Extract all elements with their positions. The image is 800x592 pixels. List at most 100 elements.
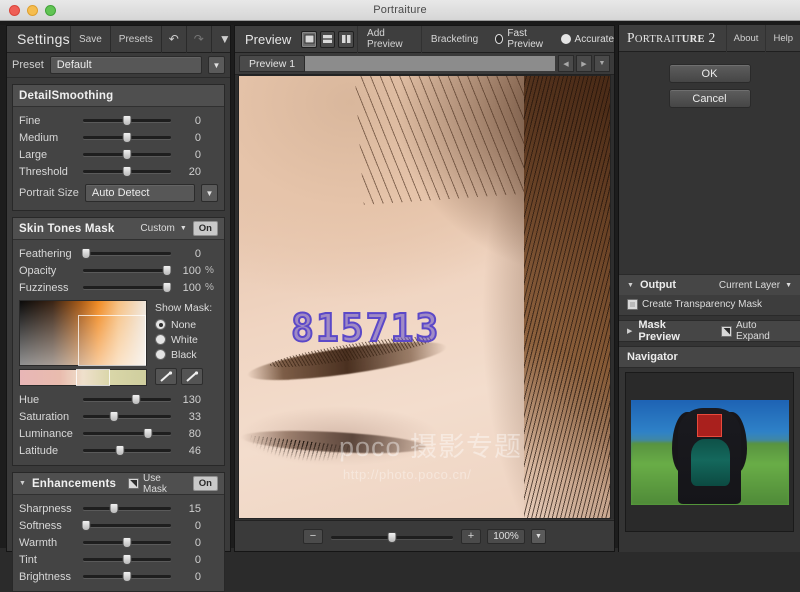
save-button[interactable]: Save <box>70 25 110 53</box>
use-mask-checkbox-row[interactable]: Use Mask <box>128 473 187 495</box>
about-button[interactable]: About <box>725 24 766 52</box>
skin-tone-gradient[interactable] <box>19 300 147 366</box>
slider-track-feathering[interactable] <box>81 245 173 262</box>
zoom-slider[interactable] <box>329 529 455 544</box>
slider-track-saturation[interactable] <box>81 408 173 425</box>
slider-knob[interactable] <box>122 537 132 548</box>
slider-track-warmth[interactable] <box>81 534 173 551</box>
slider-knob[interactable] <box>122 132 132 143</box>
slider-knob[interactable] <box>131 394 141 405</box>
arrow-left-icon[interactable]: ◀ <box>558 55 574 72</box>
output-target-select[interactable]: Current Layer ▼ <box>719 280 792 291</box>
slider-track-opacity[interactable] <box>81 262 173 279</box>
slider-knob[interactable] <box>122 149 132 160</box>
checkbox-icon[interactable] <box>128 478 139 489</box>
navigator-preview[interactable] <box>625 372 794 532</box>
slider-knob[interactable] <box>122 571 132 582</box>
enhancements-on-toggle[interactable]: On <box>192 476 218 491</box>
radio-icon[interactable] <box>155 349 166 360</box>
radio-icon[interactable] <box>155 319 166 330</box>
help-button[interactable]: Help <box>765 24 800 52</box>
output-header[interactable]: ▼ Output Current Layer ▼ <box>619 275 800 295</box>
show-mask-option-black[interactable]: Black <box>155 347 212 362</box>
slider-knob[interactable] <box>81 520 91 531</box>
slider-knob[interactable] <box>115 445 125 456</box>
presets-button[interactable]: Presets <box>109 25 161 53</box>
slider-track-fine[interactable] <box>81 112 173 129</box>
slider-track-tint[interactable] <box>81 551 173 568</box>
skin-tone-strip-selection[interactable] <box>76 369 110 386</box>
slider-track-large[interactable] <box>81 146 173 163</box>
arrow-right-icon[interactable]: ▶ <box>576 55 592 72</box>
navigator-thumbnail[interactable] <box>630 399 789 505</box>
eyedropper-plus-icon[interactable] <box>155 368 177 385</box>
preview-tab-1[interactable]: Preview 1 <box>239 55 306 72</box>
expand-triangle-down-icon[interactable]: ▼ <box>627 282 634 289</box>
zoom-level-field[interactable]: 100% <box>487 528 525 544</box>
zoom-in-button[interactable]: + <box>461 528 481 544</box>
slider-track-medium[interactable] <box>81 129 173 146</box>
slider-knob[interactable] <box>162 282 172 293</box>
preview-tab-empty-area[interactable] <box>305 55 556 72</box>
slider-track-luminance[interactable] <box>81 425 173 442</box>
bracketing-button[interactable]: Bracketing <box>420 25 487 53</box>
output-chevron-down-icon[interactable]: ▼ <box>785 282 792 289</box>
undo-icon[interactable]: ↶ <box>160 25 186 53</box>
add-preview-button[interactable]: Add Preview <box>357 25 421 53</box>
slider-knob[interactable] <box>109 503 119 514</box>
enhancements-header[interactable]: ▼ Enhancements Use Mask On <box>13 473 224 495</box>
auto-expand-checkbox[interactable]: Auto Expand <box>721 320 792 342</box>
slider-knob[interactable] <box>122 166 132 177</box>
accurate-option[interactable]: Accurate <box>553 34 614 45</box>
portrait-size-select[interactable]: Auto Detect <box>84 184 195 202</box>
mask-preview-header[interactable]: ▶ Mask Preview Auto Expand <box>619 319 800 343</box>
expand-triangle-right-icon[interactable]: ▶ <box>627 327 632 335</box>
slider-track-threshold[interactable] <box>81 163 173 180</box>
skin-tones-mask-header[interactable]: Skin Tones Mask Custom ▼ On <box>13 218 224 240</box>
portrait-size-chevron-down-icon[interactable]: ▼ <box>201 184 218 202</box>
slider-track-fuzziness[interactable] <box>81 279 173 296</box>
navigator-crop-rect[interactable] <box>696 414 723 438</box>
eyedropper-minus-icon[interactable] <box>181 368 203 385</box>
expand-triangle-down-icon[interactable]: ▼ <box>19 480 26 487</box>
radio-icon[interactable] <box>495 34 504 44</box>
slider-knob[interactable] <box>162 265 172 276</box>
skin-tone-strip[interactable] <box>19 369 147 386</box>
radio-icon[interactable] <box>155 334 166 345</box>
ok-button[interactable]: OK <box>668 64 751 83</box>
preview-image-stage[interactable]: 815713 poco 摄影专题 http://photo.poco.cn/ <box>235 75 614 519</box>
create-transparency-mask-checkbox[interactable]: Create Transparency Mask <box>627 299 792 310</box>
checkbox-icon[interactable] <box>627 299 638 310</box>
slider-track-sharpness[interactable] <box>81 500 173 517</box>
skin-tone-selection-rect[interactable] <box>78 315 146 366</box>
show-mask-option-white[interactable]: White <box>155 332 212 347</box>
skin-mode-chevron-down-icon[interactable]: ▼ <box>180 225 187 232</box>
show-mask-option-none[interactable]: None <box>155 317 212 332</box>
slider-track-latitude[interactable] <box>81 442 173 459</box>
slider-knob[interactable] <box>122 115 132 126</box>
fast-preview-option[interactable]: Fast Preview <box>487 28 552 50</box>
slider-track-brightness[interactable] <box>81 568 173 585</box>
preset-select[interactable]: Default <box>49 56 202 74</box>
slider-knob[interactable] <box>109 411 119 422</box>
slider-knob[interactable] <box>81 248 91 259</box>
preset-chevron-down-icon[interactable]: ▼ <box>208 56 225 74</box>
slider-knob[interactable] <box>143 428 153 439</box>
view-split-horizontal-icon[interactable] <box>319 30 336 48</box>
radio-icon[interactable] <box>560 34 571 44</box>
preview-photo[interactable]: 815713 poco 摄影专题 http://photo.poco.cn/ <box>238 75 611 519</box>
zoom-slider-knob[interactable] <box>387 531 397 543</box>
zoom-out-button[interactable]: − <box>303 528 323 544</box>
skin-mask-on-toggle[interactable]: On <box>192 221 218 236</box>
slider-track-hue[interactable] <box>81 391 173 408</box>
slider-knob[interactable] <box>122 554 132 565</box>
checkbox-icon[interactable] <box>721 325 732 337</box>
redo-icon[interactable]: ↷ <box>185 25 211 53</box>
navigator-header[interactable]: Navigator <box>619 347 800 367</box>
view-split-vertical-icon[interactable] <box>338 30 355 48</box>
skin-mode-select[interactable]: Custom ▼ <box>140 223 186 234</box>
zoom-chevron-down-icon[interactable]: ▼ <box>531 528 546 544</box>
preview-tab-chevron-down-icon[interactable]: ▼ <box>594 55 610 72</box>
detail-smoothing-header[interactable]: DetailSmoothing <box>13 85 224 107</box>
cancel-button[interactable]: Cancel <box>668 89 751 108</box>
